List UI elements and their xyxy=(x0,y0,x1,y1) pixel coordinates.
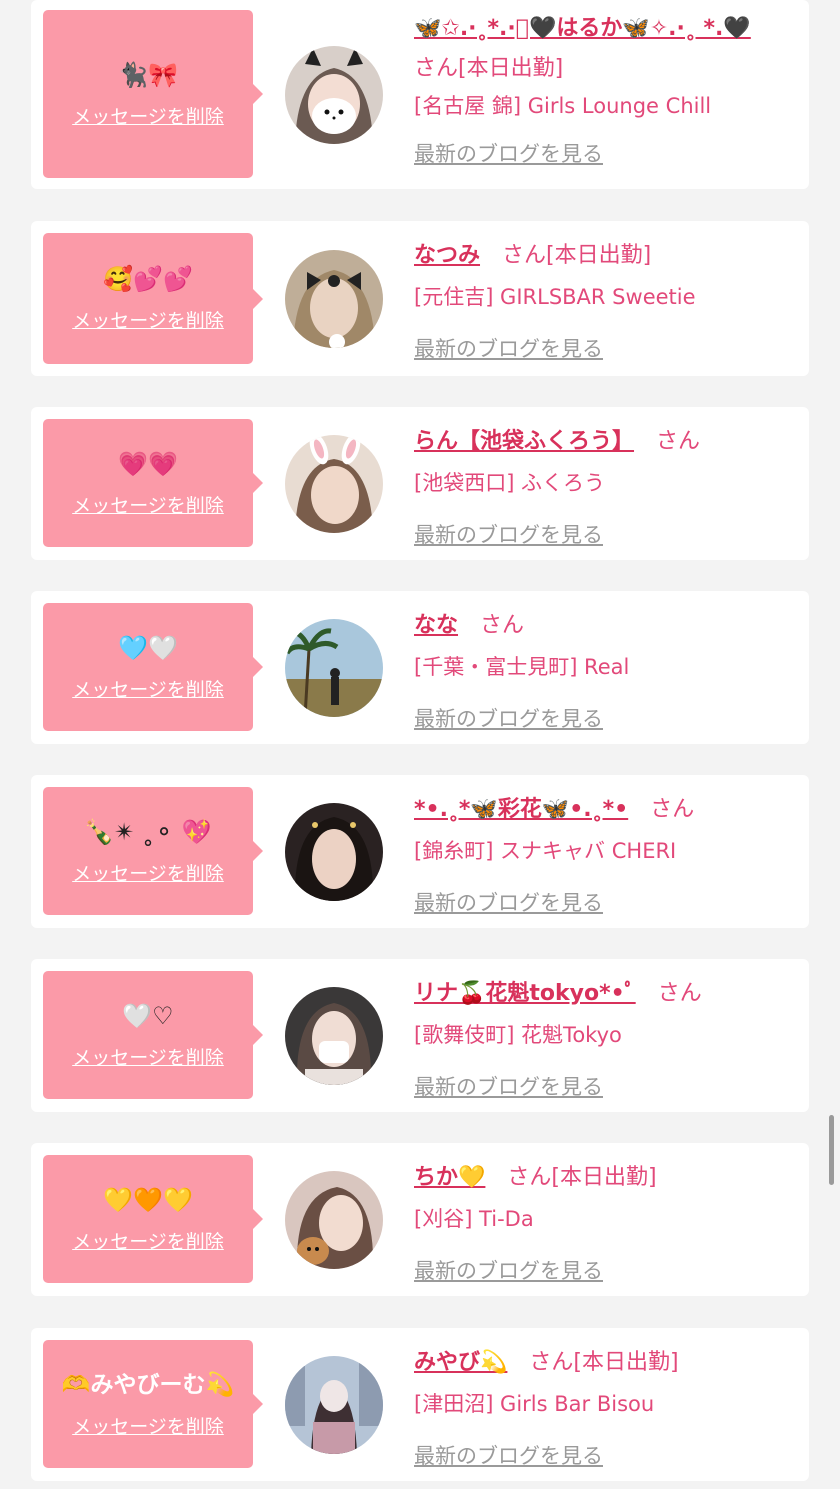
list-item: 💛🧡💛 メッセージを削除 ちか💛 さん [本日出勤] [刈谷] Ti-Da 最新… xyxy=(31,1143,809,1296)
girl-info: らん【池袋ふくろう】 さん [池袋西口] ふくろう 最新のブログを見る xyxy=(414,423,804,549)
message-text: 🍾✴︎ ˳⚬ 💖 xyxy=(84,817,212,846)
list-item: 🫶みやびーむ💫 メッセージを削除 みやび💫 さん [本日出勤] [津田沼] Gi… xyxy=(31,1328,809,1481)
scrollbar[interactable] xyxy=(829,1115,834,1185)
delete-message-button[interactable]: メッセージを削除 xyxy=(72,491,224,518)
girl-info: *•.˳*🦋彩花🦋•.˳*• さん [錦糸町] スナキャバ CHERI 最新のブ… xyxy=(414,791,804,917)
message-bubble: 🫶みやびーむ💫 メッセージを削除 xyxy=(43,1340,263,1468)
honorific: さん xyxy=(507,1165,552,1190)
message-bubble: 🐈‍⬛🎀 メッセージを削除 xyxy=(43,10,263,178)
shop-name: [元住吉] GIRLSBAR Sweetie xyxy=(414,285,696,309)
avatar[interactable] xyxy=(285,1171,383,1269)
honorific: さん xyxy=(502,243,547,268)
latest-blog-link[interactable]: 最新のブログを見る xyxy=(414,1255,603,1285)
avatar[interactable] xyxy=(285,987,383,1085)
bunny-filter-avatar-icon xyxy=(285,435,383,533)
girl-name-link[interactable]: リナ🍒花魁tokyo*•ﾟ xyxy=(414,975,636,1007)
portrait-avatar-icon xyxy=(285,803,383,901)
cat-filter-avatar-icon xyxy=(285,46,383,144)
latest-blog-link[interactable]: 最新のブログを見る xyxy=(414,1440,603,1470)
message-bubble: 💛🧡💛 メッセージを削除 xyxy=(43,1155,263,1283)
message-bubble: 🩵🤍 メッセージを削除 xyxy=(43,603,263,731)
latest-blog-link[interactable]: 最新のブログを見る xyxy=(414,519,603,549)
shop-name: [津田沼] Girls Bar Bisou xyxy=(414,1392,655,1416)
status-badge: [本日出勤] xyxy=(546,243,652,268)
status-badge: [本日出勤] xyxy=(458,56,564,81)
message-text: 🫶みやびーむ💫 xyxy=(61,1371,235,1398)
latest-blog-link[interactable]: 最新のブログを見る xyxy=(414,887,603,917)
delete-message-button[interactable]: メッセージを削除 xyxy=(72,1227,224,1254)
message-bubble: 🤍♡ メッセージを削除 xyxy=(43,971,263,1099)
shop-name: [名古屋 錦] Girls Lounge Chill xyxy=(414,94,712,118)
list-item: 🍾✴︎ ˳⚬ 💖 メッセージを削除 *•.˳*🦋彩花🦋•.˳*• さん [錦糸町… xyxy=(31,775,809,928)
message-text: 💗💗 xyxy=(118,449,178,478)
latest-blog-link[interactable]: 最新のブログを見る xyxy=(414,1071,603,1101)
latest-blog-link[interactable]: 最新のブログを見る xyxy=(414,138,603,168)
girl-info: ちか💛 さん [本日出勤] [刈谷] Ti-Da 最新のブログを見る xyxy=(414,1159,804,1285)
avatar[interactable] xyxy=(285,250,383,348)
message-text: 🐈‍⬛🎀 xyxy=(118,60,178,89)
girl-name-link[interactable]: なつみ xyxy=(414,237,480,269)
list-item: 🐈‍⬛🎀 メッセージを削除 🦋✩.·˳*.·ﾟ🖤はるか🦋✧.·˳ *.🖤 xyxy=(31,0,809,189)
dog-portrait-avatar-icon xyxy=(285,1171,383,1269)
shop-name: [歌舞伎町] 花魁Tokyo xyxy=(414,1023,622,1047)
list-item: 🥰💕💕 メッセージを削除 なつみ さん [本日出勤] [元住吉] GIRLSBA… xyxy=(31,221,809,376)
status-badge: [本日出勤] xyxy=(573,1350,679,1375)
delete-message-button[interactable]: メッセージを削除 xyxy=(72,1412,224,1439)
girl-name-link[interactable]: らん【池袋ふくろう】 xyxy=(414,423,634,455)
message-text: 💛🧡💛 xyxy=(103,1185,193,1214)
delete-message-button[interactable]: メッセージを削除 xyxy=(72,859,224,886)
honorific: さん xyxy=(656,429,701,454)
girl-info: なな さん [千葉・富士見町] Real 最新のブログを見る xyxy=(414,607,804,733)
girl-info: 🦋✩.·˳*.·ﾟ🖤はるか🦋✧.·˳ *.🖤 さん [本日出勤] [名古屋 錦]… xyxy=(414,10,804,168)
honorific: さん xyxy=(650,797,695,822)
message-bubble: 🥰💕💕 メッセージを削除 xyxy=(43,233,263,364)
list-item: 💗💗 メッセージを削除 らん【池袋ふくろう】 さん [池袋西口] ふくろう 最新… xyxy=(31,407,809,560)
girl-info: リナ🍒花魁tokyo*•ﾟ さん [歌舞伎町] 花魁Tokyo 最新のブログを見… xyxy=(414,975,804,1101)
delete-message-button[interactable]: メッセージを削除 xyxy=(72,102,224,129)
bow-filter-avatar-icon xyxy=(285,250,383,348)
avatar[interactable] xyxy=(285,435,383,533)
honorific: さん xyxy=(529,1350,574,1375)
palm-tree-avatar-icon xyxy=(285,619,383,717)
shop-name: [千葉・富士見町] Real xyxy=(414,655,630,679)
delete-message-button[interactable]: メッセージを削除 xyxy=(72,1043,224,1070)
list-item: 🤍♡ メッセージを削除 リナ🍒花魁tokyo*•ﾟ さん [歌舞伎町] 花魁To… xyxy=(31,959,809,1112)
shop-name: [錦糸町] スナキャバ CHERI xyxy=(414,839,677,863)
girl-name-link[interactable]: 🦋✩.·˳*.·ﾟ🖤はるか🦋✧.·˳ *.🖤 xyxy=(414,10,751,42)
delete-message-button[interactable]: メッセージを削除 xyxy=(72,306,224,333)
girl-info: みやび💫 さん [本日出勤] [津田沼] Girls Bar Bisou 最新の… xyxy=(414,1344,804,1470)
message-bubble: 🍾✴︎ ˳⚬ 💖 メッセージを削除 xyxy=(43,787,263,915)
avatar[interactable] xyxy=(285,1356,383,1454)
mask-portrait-avatar-icon xyxy=(285,987,383,1085)
avatar[interactable] xyxy=(285,803,383,901)
honorific: さん xyxy=(414,56,459,81)
girl-name-link[interactable]: なな xyxy=(414,607,458,639)
honorific: さん xyxy=(657,981,702,1006)
avatar[interactable] xyxy=(285,46,383,144)
girl-name-link[interactable]: ちか💛 xyxy=(414,1159,485,1191)
list-item: 🩵🤍 メッセージを削除 なな さん [千葉・富士見町] Real 最新のブログを… xyxy=(31,591,809,744)
latest-blog-link[interactable]: 最新のブログを見る xyxy=(414,333,603,363)
message-text: 🥰💕💕 xyxy=(103,265,193,293)
status-badge: [本日出勤] xyxy=(551,1165,657,1190)
girl-name-link[interactable]: みやび💫 xyxy=(414,1344,507,1376)
delete-message-button[interactable]: メッセージを削除 xyxy=(72,675,224,702)
shop-name: [刈谷] Ti-Da xyxy=(414,1207,534,1231)
message-text: 🩵🤍 xyxy=(118,633,178,662)
latest-blog-link[interactable]: 最新のブログを見る xyxy=(414,703,603,733)
honorific: さん xyxy=(480,613,525,638)
avatar[interactable] xyxy=(285,619,383,717)
girl-info: なつみ さん [本日出勤] [元住吉] GIRLSBAR Sweetie 最新の… xyxy=(414,237,804,363)
girl-name-link[interactable]: *•.˳*🦋彩花🦋•.˳*• xyxy=(414,791,628,823)
message-text: 🤍♡ xyxy=(122,1001,174,1030)
city-portrait-avatar-icon xyxy=(285,1356,383,1454)
shop-name: [池袋西口] ふくろう xyxy=(414,471,606,495)
message-bubble: 💗💗 メッセージを削除 xyxy=(43,419,263,547)
